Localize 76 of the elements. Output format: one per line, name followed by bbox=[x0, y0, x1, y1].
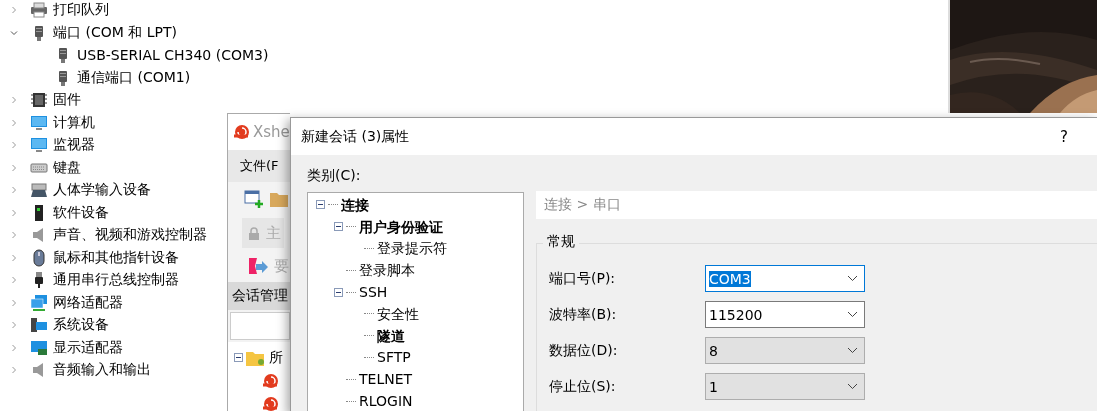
device-item[interactable]: 通信端口 (COM1) bbox=[77, 68, 191, 87]
device-category[interactable]: 软件设备 bbox=[53, 203, 109, 222]
tree-item[interactable]: RLOGIN bbox=[359, 393, 413, 410]
system-icon bbox=[30, 316, 48, 335]
device-category[interactable]: 通用串行总线控制器 bbox=[53, 271, 179, 290]
folder-icon[interactable] bbox=[270, 191, 288, 207]
panel-title: 会话管理 bbox=[232, 287, 288, 305]
device-category[interactable]: 显示适配器 bbox=[53, 338, 123, 357]
device-category[interactable]: 计算机 bbox=[53, 113, 95, 132]
folder-icon bbox=[246, 349, 266, 366]
collapse-box-icon[interactable] bbox=[316, 200, 325, 210]
field-label: 波特率(B): bbox=[549, 305, 618, 324]
lock-icon bbox=[248, 226, 260, 240]
collapse-chevron-icon[interactable] bbox=[10, 28, 18, 37]
tree-item[interactable]: 用户身份验证 bbox=[359, 218, 443, 235]
expand-chevron-icon[interactable] bbox=[10, 186, 18, 195]
field-label: 数据位(D): bbox=[549, 341, 619, 360]
device-category[interactable]: 系统设备 bbox=[53, 316, 109, 335]
expand-chevron-icon[interactable] bbox=[10, 96, 18, 105]
collapse-box-icon[interactable] bbox=[334, 222, 343, 232]
tree-item[interactable]: 登录脚本 bbox=[359, 262, 415, 279]
group-title: 常规 bbox=[543, 233, 579, 251]
help-button[interactable]: ? bbox=[1060, 127, 1068, 146]
field-label: 停止位(S): bbox=[549, 377, 617, 396]
chip-icon bbox=[30, 91, 48, 110]
device-category[interactable]: 声音、视频和游戏控制器 bbox=[53, 226, 207, 245]
monitor-icon bbox=[30, 113, 48, 132]
device-category[interactable]: 键盘 bbox=[53, 158, 81, 177]
expand-chevron-icon[interactable] bbox=[10, 208, 18, 217]
tree-item[interactable]: SFTP bbox=[377, 349, 411, 366]
tree-item[interactable]: 登录提示符 bbox=[377, 240, 447, 257]
network-icon bbox=[30, 293, 48, 312]
field-label: 端口号(P): bbox=[549, 269, 617, 288]
device-category[interactable]: 网络适配器 bbox=[53, 293, 123, 312]
display-adapter-icon bbox=[30, 338, 48, 357]
bookmark-icon[interactable] bbox=[248, 257, 268, 275]
collapse-box-icon[interactable] bbox=[334, 287, 343, 297]
expand-chevron-icon[interactable] bbox=[10, 163, 18, 172]
expand-chevron-icon[interactable] bbox=[10, 366, 18, 375]
search-field[interactable] bbox=[230, 312, 290, 340]
expand-chevron-icon[interactable] bbox=[10, 321, 18, 330]
dropdown-field[interactable]: COM3 bbox=[705, 265, 865, 292]
tree-item[interactable]: 隧道 bbox=[377, 327, 405, 344]
session-icon[interactable] bbox=[262, 394, 280, 411]
expand-chevron-icon[interactable] bbox=[10, 276, 18, 285]
expand-chevron-icon[interactable] bbox=[10, 298, 18, 307]
monitor-icon bbox=[30, 136, 48, 155]
device-category[interactable]: 固件 bbox=[53, 91, 81, 110]
tree-item[interactable]: 连接 bbox=[341, 196, 369, 213]
dropdown-field[interactable]: 115200 bbox=[705, 301, 865, 328]
device-category[interactable]: 端口 (COM 和 LPT) bbox=[53, 23, 177, 42]
tree-item[interactable]: 所 bbox=[269, 348, 283, 367]
device-category[interactable]: 音频输入和输出 bbox=[53, 361, 151, 380]
new-session-icon[interactable] bbox=[244, 189, 264, 209]
app-logo-icon bbox=[233, 123, 251, 141]
expand-chevron-icon[interactable] bbox=[10, 343, 18, 352]
tree-item[interactable]: 安全性 bbox=[377, 305, 419, 322]
device-category[interactable]: 打印队列 bbox=[53, 1, 109, 20]
collapse-box-icon[interactable] bbox=[234, 353, 243, 362]
expand-chevron-icon[interactable] bbox=[10, 231, 18, 240]
tree-item[interactable]: SSH bbox=[359, 284, 388, 301]
expand-chevron-icon[interactable] bbox=[10, 118, 18, 127]
device-category[interactable]: 鼠标和其他指针设备 bbox=[53, 248, 179, 267]
device-category[interactable]: 监视器 bbox=[53, 136, 95, 155]
expand-chevron-icon[interactable] bbox=[10, 6, 18, 15]
device-item[interactable]: USB-SERIAL CH340 (COM3) bbox=[77, 47, 269, 64]
tree-item[interactable]: TELNET bbox=[359, 371, 413, 388]
category-label: 类别(C): bbox=[307, 167, 361, 185]
dialog-title: 新建会话 (3)属性 bbox=[301, 127, 410, 146]
expand-chevron-icon[interactable] bbox=[10, 141, 18, 150]
expand-chevron-icon[interactable] bbox=[10, 253, 18, 262]
mouse-icon bbox=[30, 248, 48, 267]
session-icon[interactable] bbox=[262, 371, 280, 390]
breadcrumb: 连接 > 串口 bbox=[544, 196, 621, 214]
device-category[interactable]: 人体学输入设备 bbox=[53, 181, 151, 200]
window-title: Xshe bbox=[253, 123, 290, 141]
